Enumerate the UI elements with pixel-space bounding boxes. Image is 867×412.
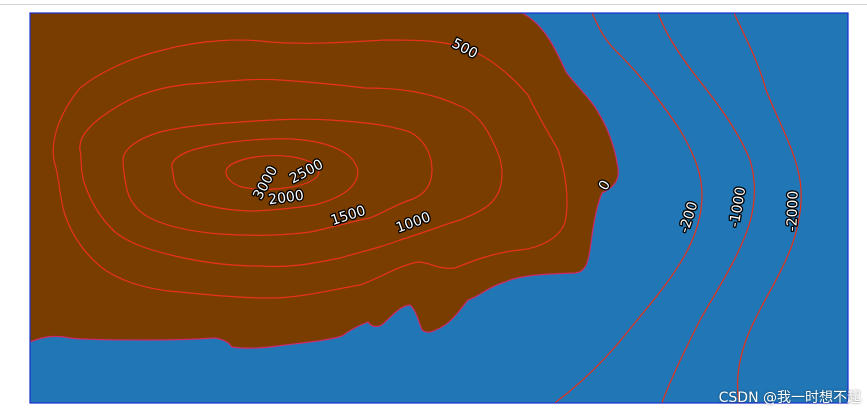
contour-label--2000: -2000 — [784, 190, 801, 231]
watermark-text: CSDN @我一时想不起 — [718, 390, 861, 406]
contour-map: 3000 2500 2000 1500 1000 500 0 -200 -100… — [29, 12, 849, 404]
